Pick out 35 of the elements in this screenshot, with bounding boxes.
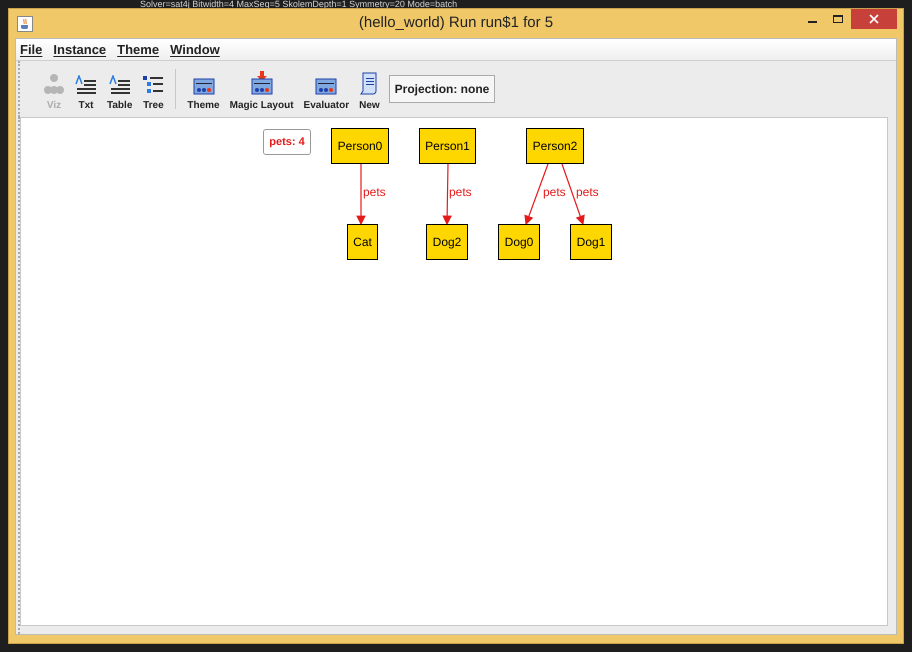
control-panel-icon — [250, 71, 273, 95]
graph-node: Dog1 — [570, 224, 612, 260]
graph-node: Person0 — [331, 128, 389, 164]
close-button[interactable] — [851, 9, 897, 29]
coffee-cup-icon — [17, 16, 33, 32]
edge-label: pets — [543, 184, 566, 201]
edge-label: pets — [576, 184, 599, 201]
text-lines-icon — [75, 75, 97, 95]
graph-node: Dog2 — [426, 224, 468, 260]
graph-node: Dog0 — [498, 224, 540, 260]
tree-diagram-icon — [43, 73, 65, 95]
scroll-icon — [359, 71, 380, 95]
edge-label: pets — [449, 184, 472, 201]
tree-list-icon — [142, 75, 164, 95]
toolbar-button[interactable]: Theme — [182, 65, 225, 113]
background-console-text: Solver=sat4j Bitwidth=4 MaxSeq=5 SkolemDepth=1 Symmetry=20 Mode=batch — [140, 0, 458, 9]
projection-button[interactable]: Projection: none — [388, 75, 496, 103]
window-title: (hello_world) Run run$1 for 5 — [358, 13, 554, 34]
menu-item[interactable]: Instance — [53, 40, 106, 60]
legend-label: pets: 4 — [263, 129, 311, 155]
close-icon — [869, 14, 879, 24]
edge-label: pets — [363, 184, 386, 201]
text-lines-icon — [108, 75, 131, 95]
menu-item[interactable]: File — [20, 40, 42, 60]
toolbar-button[interactable]: Txt — [70, 65, 102, 113]
toolbar-button[interactable]: Evaluator — [298, 65, 354, 113]
toolbar-button[interactable]: Tree — [137, 65, 170, 113]
menu-item[interactable]: Window — [170, 40, 220, 60]
toolbar-button[interactable]: Table — [102, 65, 138, 113]
graph-node: Person2 — [526, 128, 584, 164]
menu-item[interactable]: Theme — [117, 40, 160, 60]
toolbar-button[interactable]: Magic Layout — [224, 65, 299, 113]
graph-node: Person1 — [419, 128, 476, 164]
graph-node: Cat — [347, 224, 378, 260]
toolbar-button[interactable]: New — [354, 65, 385, 113]
